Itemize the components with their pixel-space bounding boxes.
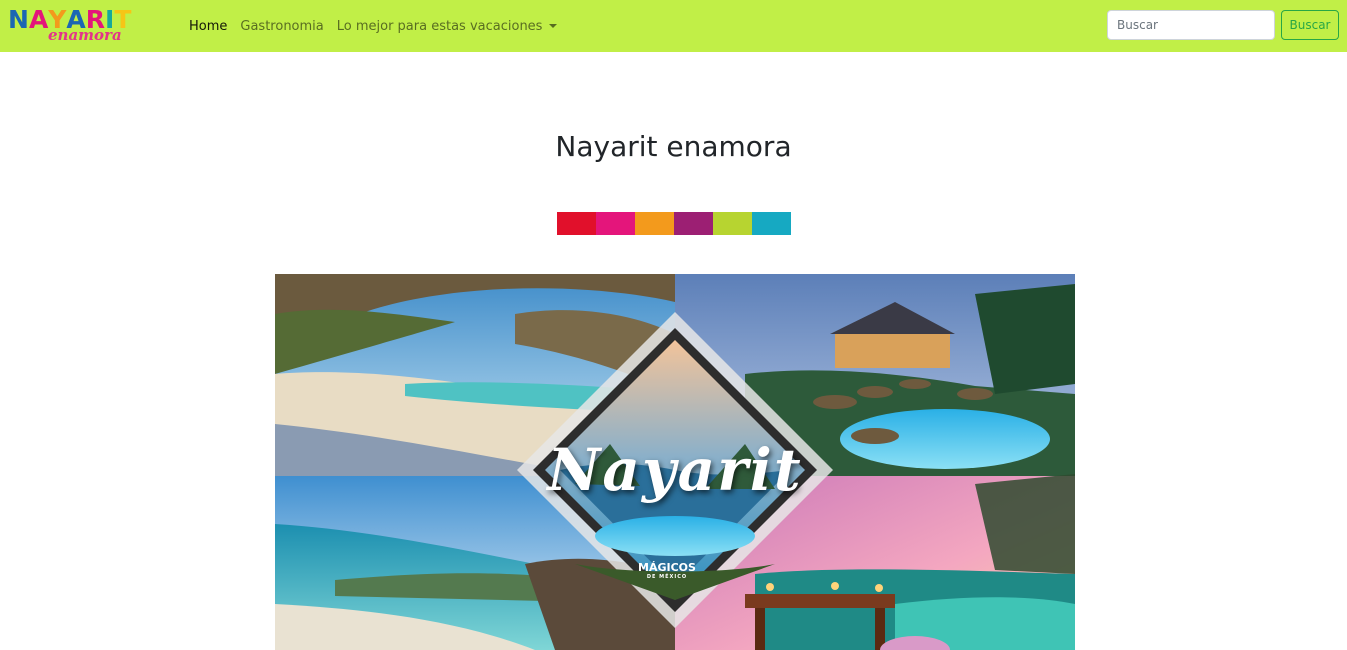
brand-letter: N — [8, 5, 29, 34]
color-strip-segment — [752, 212, 791, 235]
nav-dropdown-label: Lo mejor para estas vacaciones — [336, 18, 543, 34]
hero-badge-subtitle: DE MÉXICO — [646, 574, 688, 580]
decorative-color-strip — [557, 212, 791, 235]
brand-logo-subtitle: enamora — [48, 26, 122, 44]
nav-link-home[interactable]: Home — [189, 19, 227, 34]
color-strip-segment — [557, 212, 596, 235]
hero-badge-title: MÁGICOS — [638, 561, 696, 574]
search-input[interactable] — [1107, 10, 1275, 40]
nav-link-gastronomia[interactable]: Gastronomia — [240, 19, 323, 34]
page-title: Nayarit enamora — [555, 130, 792, 163]
color-strip-segment — [596, 212, 635, 235]
hero-badge: MÁGICOS DE MÉXICO — [612, 561, 722, 580]
color-strip-segment — [713, 212, 752, 235]
brand-letter: A — [28, 5, 49, 34]
nav-links: Home Gastronomia Lo mejor para estas vac… — [189, 0, 570, 52]
navbar: NAYARIT enamora Home Gastronomia Lo mejo… — [0, 0, 1347, 52]
color-strip-segment — [635, 212, 674, 235]
brand-logo[interactable]: NAYARIT enamora — [8, 5, 172, 45]
hero-title: Nayarit — [547, 436, 803, 504]
color-strip-segment — [674, 212, 713, 235]
nav-dropdown-vacaciones[interactable]: Lo mejor para estas vacaciones — [337, 19, 558, 34]
caret-down-icon — [549, 24, 558, 28]
search-button[interactable]: Buscar — [1281, 10, 1339, 40]
